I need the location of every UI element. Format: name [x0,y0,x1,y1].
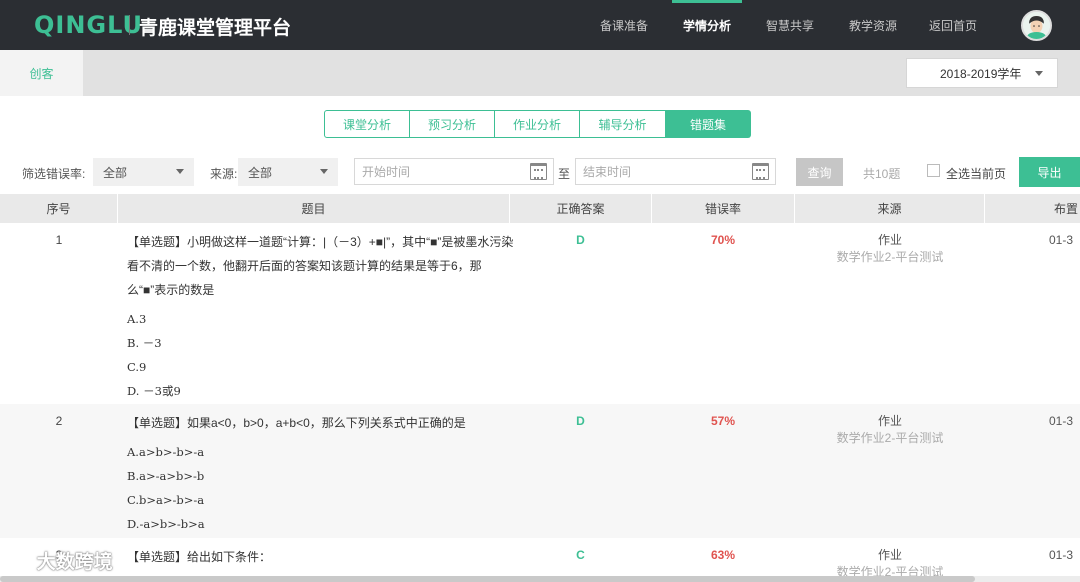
user-avatar-icon [1023,12,1050,39]
tab-tutoring-analysis[interactable]: 辅导分析 [580,110,666,138]
avatar[interactable] [1021,10,1052,41]
source-select[interactable]: 全部 [238,158,338,186]
question-stem: 【单选题】给出如下条件： [127,550,272,564]
source-value: 全部 [248,165,273,180]
table-row[interactable]: 2 【单选题】如果a<0，b>0，a+b<0，那么下列关系式中正确的是 A.a>… [0,404,1080,538]
option: C.b>a>-b>-a [127,493,205,507]
logo-divider [129,15,130,35]
calendar-icon[interactable] [530,163,547,180]
chevron-down-icon [1035,71,1043,76]
error-rate: 57% [710,414,736,428]
source-cell: 作业 数学作业2-平台测试 [795,413,985,447]
col-error-rate: 错误率 [652,194,795,223]
error-rate-value: 全部 [103,165,128,180]
error-rate-label: 筛选错误率: [22,167,86,181]
question-content: 【单选题】如果a<0，b>0，a+b<0，那么下列关系式中正确的是 A.a>b>… [127,411,517,536]
option: B.a>-a>b>-b [127,469,205,483]
export-button[interactable]: 导出 [1019,157,1080,187]
horizontal-scrollbar[interactable] [0,576,1080,582]
row-number: 1 [55,233,63,247]
question-stem: 【单选题】小明做这样一道题“计算：|（－3）+■|”，其中“■”是被墨水污染看不… [127,235,514,297]
option: A.a>b>-b>-a [127,445,205,459]
nav-learning-analysis[interactable]: 学情分析 [672,0,742,50]
col-source: 来源 [795,194,985,223]
chevron-down-icon [176,169,184,174]
table-row[interactable]: 1 【单选题】小明做这样一道题“计算：|（－3）+■|”，其中“■”是被墨水污染… [0,223,1080,404]
question-count: 共10题 [863,167,901,181]
tab-preview-analysis[interactable]: 预习分析 [410,110,495,138]
correct-answer: D [576,414,585,428]
app-title: 青鹿课堂管理平台 [139,17,292,39]
source-assignment: 数学作业2-平台测试 [836,250,944,264]
tab-wrong-questions[interactable]: 错题集 [666,110,751,138]
assigned-date: 01-3 [1049,548,1074,562]
date-range-separator: 至 [558,167,571,181]
assigned-date: 01-3 [1049,233,1074,247]
start-date-placeholder: 开始时间 [362,165,411,179]
col-correct-answer: 正确答案 [510,194,652,223]
tab-homework-analysis[interactable]: 作业分析 [495,110,580,138]
chat-bubble-icon [8,552,30,569]
calendar-icon[interactable] [752,163,769,180]
school-year-select[interactable]: 2018-2019学年 [906,58,1058,88]
select-page-checkbox[interactable] [927,164,940,177]
question-content: 【单选题】小明做这样一道题“计算：|（－3）+■|”，其中“■”是被墨水污染看不… [127,230,517,403]
end-date-placeholder: 结束时间 [583,165,632,179]
row-number: 2 [55,414,63,428]
col-question: 题目 [118,194,510,223]
question-stem: 【单选题】如果a<0，b>0，a+b<0，那么下列关系式中正确的是 [127,416,466,430]
logo[interactable]: QINGLU [34,11,143,39]
source-assignment: 数学作业2-平台测试 [836,431,944,445]
source-type: 作业 [877,233,902,247]
col-number: 序号 [0,194,118,223]
correct-answer: C [576,548,585,562]
table-row[interactable]: 3 【单选题】给出如下条件： C 63% 作业 数学作业2-平台测试 01-3 [0,538,1080,579]
nav-lesson-prep[interactable]: 备课准备 [589,0,659,50]
error-rate: 63% [710,548,736,562]
col-assigned: 布置 [1054,202,1079,216]
option: A.3 [127,312,147,326]
correct-answer: D [576,233,585,247]
chevron-down-icon [320,169,328,174]
tab-class-analysis[interactable]: 课堂分析 [324,110,410,138]
assigned-date: 01-3 [1049,414,1074,428]
option: B. －3 [127,336,162,350]
error-rate-select[interactable]: 全部 [93,158,194,186]
option: C.9 [127,360,147,374]
end-date-input[interactable]: 结束时间 [575,158,776,185]
analysis-tabs: 课堂分析 预习分析 作业分析 辅导分析 错题集 [324,110,751,138]
error-rate: 70% [710,233,736,247]
start-date-input[interactable]: 开始时间 [354,158,554,185]
source-label: 来源: [210,167,238,181]
question-content: 【单选题】给出如下条件： [127,545,517,569]
school-year-value: 2018-2019学年 [940,66,1022,81]
sub-header-bar: 创客 2018-2019学年 [0,50,1080,96]
option: D.-a>b>-b>a [127,517,205,531]
tab-maker[interactable]: 创客 [0,50,83,96]
source-type: 作业 [877,414,902,428]
option: D. －3或9 [127,384,181,398]
query-button[interactable]: 查询 [796,158,843,186]
source-cell: 作业 数学作业2-平台测试 [795,232,985,266]
source-type: 作业 [877,548,902,562]
top-navbar: QINGLU 青鹿课堂管理平台 备课准备 学情分析 智慧共享 教学资源 返回首页 [0,0,1080,50]
select-page-label[interactable]: 全选当前页 [946,165,1006,182]
nav-smart-share[interactable]: 智慧共享 [755,0,825,50]
nav-home[interactable]: 返回首页 [918,0,988,50]
table-header: 序号 题目 正确答案 错误率 来源 布置 [0,194,1080,223]
nav-teaching-resources[interactable]: 教学资源 [838,0,908,50]
watermark-text: 大数跨境 [36,551,113,573]
watermark: 大数跨境 [8,547,113,574]
scrollbar-thumb[interactable] [0,576,975,582]
